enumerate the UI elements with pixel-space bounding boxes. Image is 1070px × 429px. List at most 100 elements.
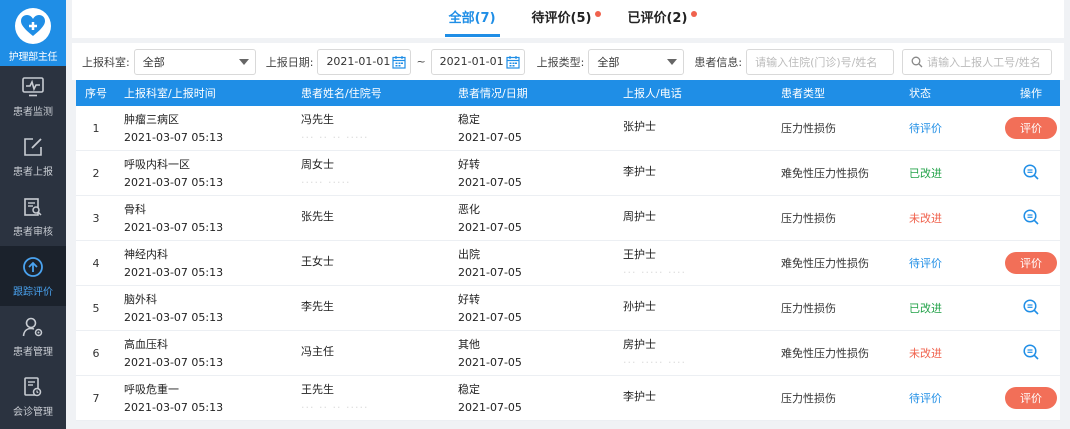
track-icon: [21, 255, 45, 279]
patient-condition: 稳定: [458, 112, 480, 126]
row-number: 3: [92, 211, 100, 225]
table-row: 7 呼吸危重一 2021-03-07 05:13 王先生 ··· ·· ·· ·····…: [76, 376, 1060, 421]
reporter-phone: ··· ····· ····: [623, 355, 686, 369]
patient-name: 张先生: [301, 210, 334, 223]
sidebar-item-audit[interactable]: 患者审核: [0, 186, 66, 246]
row-number: 7: [92, 391, 100, 405]
status-badge: 未改进: [909, 212, 942, 225]
tab-bar: 全部(7) 待评价(5) 已评价(2): [72, 0, 1064, 38]
date-to-picker[interactable]: 2021-01-01: [430, 48, 525, 75]
col-header: 患者类型: [781, 87, 825, 100]
reporter-name: 张护士: [623, 120, 656, 133]
calendar-icon: [392, 55, 407, 69]
tab-evaluated[interactable]: 已评价(2): [623, 0, 698, 38]
records-table: 序号 上报科室/上报时间 患者姓名/住院号 患者情况/日期 上报人/电话 患者类…: [76, 80, 1060, 421]
reporter-search-placeholder: 请输入上报人工号/姓名: [927, 55, 1041, 69]
condition-date: 2021-07-05: [458, 220, 522, 234]
consult-icon: [21, 375, 45, 399]
patient-condition: 好转: [458, 292, 480, 306]
patient-condition: 好转: [458, 157, 480, 171]
reporter-search-input[interactable]: 请输入上报人工号/姓名: [902, 48, 1053, 75]
patient-type: 难免性压力性损伤: [781, 347, 869, 360]
date-from-picker[interactable]: 2021-01-01: [317, 48, 412, 75]
report-time: 2021-03-07 05:13: [124, 310, 224, 324]
view-detail-icon[interactable]: [1022, 343, 1040, 364]
status-badge: 待评价: [909, 392, 942, 405]
patient-type: 压力性损伤: [781, 302, 836, 315]
sidebar-item-label: 患者审核: [13, 226, 53, 238]
dept-filter-label: 上报科室:: [82, 55, 130, 69]
view-detail-icon[interactable]: [1022, 163, 1040, 184]
row-number: 4: [92, 256, 100, 270]
user-gear-icon: [21, 315, 45, 339]
table-row: 2 呼吸内科一区 2021-03-07 05:13 周女士 ····· ····· 好转 2…: [76, 151, 1060, 196]
dept-name: 呼吸内科一区: [124, 157, 190, 171]
calendar-icon: [506, 55, 520, 69]
condition-date: 2021-07-05: [458, 265, 522, 279]
reporter-name: 李护士: [623, 165, 656, 178]
patient-type: 难免性压力性损伤: [781, 257, 869, 270]
patient-type: 难免性压力性损伤: [781, 167, 869, 180]
chevron-down-icon: [238, 58, 249, 65]
sidebar-item-label: 患者监测: [13, 106, 53, 118]
report-time: 2021-03-07 05:13: [124, 175, 224, 189]
notification-dot: [691, 11, 698, 17]
tab-pending[interactable]: 待评价(5): [528, 0, 602, 38]
col-header: 操作: [1020, 87, 1042, 100]
evaluate-button[interactable]: 评价: [1005, 252, 1057, 274]
col-header: 患者姓名/住院号: [301, 87, 382, 100]
row-number: 6: [92, 346, 100, 360]
report-time: 2021-03-07 05:13: [124, 355, 224, 369]
report-time: 2021-03-07 05:13: [124, 265, 224, 279]
row-number: 1: [92, 121, 100, 135]
patient-condition: 恶化: [458, 202, 480, 216]
view-detail-icon[interactable]: [1022, 208, 1040, 229]
patient-type: 压力性损伤: [781, 392, 836, 405]
dept-name: 脑外科: [124, 292, 157, 306]
patient-filter-label: 患者信息:: [694, 55, 743, 69]
evaluate-button[interactable]: 评价: [1005, 117, 1057, 139]
sidebar-item-consult[interactable]: 会诊管理: [0, 366, 66, 426]
sidebar-item-track[interactable]: 跟踪评价: [0, 246, 66, 306]
sidebar-header: 护理部主任: [0, 0, 66, 66]
patient-type: 压力性损伤: [781, 212, 836, 225]
type-select[interactable]: 全部: [588, 48, 685, 75]
tab-all[interactable]: 全部(7): [444, 0, 500, 38]
sidebar-item-monitor[interactable]: 患者监测: [0, 66, 66, 126]
patient-name: 冯主任: [301, 345, 334, 358]
sidebar-item-label: 跟踪评价: [13, 286, 53, 298]
col-header: 序号: [85, 87, 107, 100]
action-cell: 评价: [1002, 117, 1060, 139]
sidebar-item-user-gear[interactable]: 患者管理: [0, 306, 66, 366]
row-number: 5: [92, 301, 100, 315]
reporter-name: 房护士: [623, 337, 656, 351]
status-badge: 待评价: [909, 122, 942, 135]
table-row: 6 高血压科 2021-03-07 05:13 冯主任 其他 2021-07-05 房护士 ·…: [76, 331, 1060, 376]
report-time: 2021-03-07 05:13: [124, 400, 224, 414]
patient-type: 压力性损伤: [781, 122, 836, 135]
status-badge: 已改进: [909, 167, 942, 180]
evaluate-button[interactable]: 评价: [1005, 387, 1057, 409]
action-cell: 评价: [1002, 252, 1060, 274]
condition-date: 2021-07-05: [458, 355, 522, 369]
sidebar-item-edit[interactable]: 患者上报: [0, 126, 66, 186]
condition-date: 2021-07-05: [458, 400, 522, 414]
type-filter-label: 上报类型:: [536, 55, 585, 69]
condition-date: 2021-07-05: [458, 175, 522, 189]
status-badge: 待评价: [909, 257, 942, 270]
reporter-name: 李护士: [623, 390, 656, 403]
patient-id: ··· ·· ·· ·····: [301, 130, 369, 144]
patient-name: 冯先生: [301, 112, 334, 126]
chevron-down-icon: [667, 58, 678, 65]
col-header: 状态: [909, 87, 931, 100]
view-detail-icon[interactable]: [1022, 298, 1040, 319]
edit-icon: [21, 135, 45, 159]
reporter-phone: ··· ····· ····: [623, 265, 686, 279]
dept-select[interactable]: 全部: [133, 48, 256, 75]
table-row: 5 脑外科 2021-03-07 05:13 李先生 好转 2021-07-05 孙护士 压力…: [76, 286, 1060, 331]
col-header: 患者情况/日期: [458, 87, 528, 100]
patient-name: 王先生: [301, 382, 334, 396]
sidebar-item-label: 患者管理: [13, 346, 53, 358]
search-icon: [911, 56, 923, 67]
patient-search-input[interactable]: 请输入住院(门诊)号/姓名: [746, 48, 895, 75]
